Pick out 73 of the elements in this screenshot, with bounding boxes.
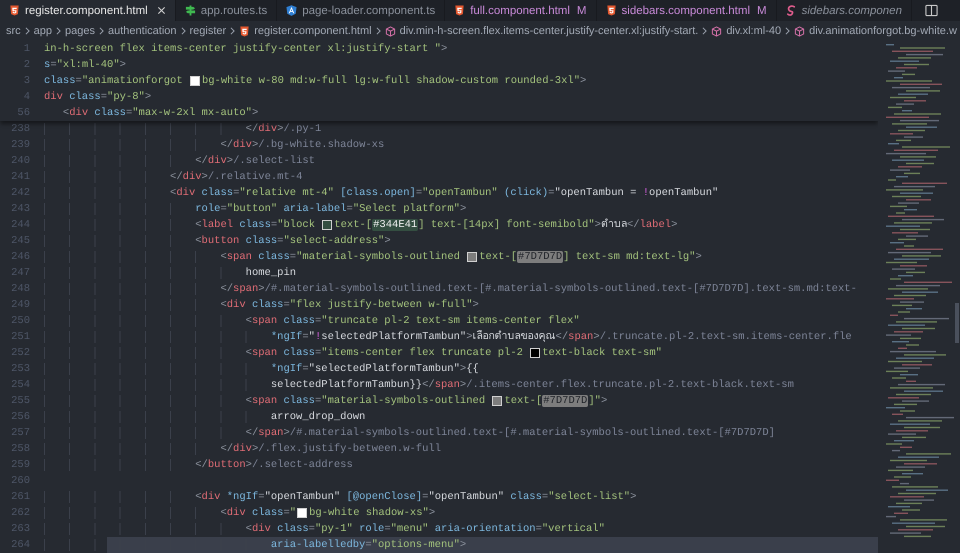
cube-icon [794,26,806,36]
code-text: </div>/.flex.justify-between.w-full [44,441,441,457]
code-text: text-black text-sm" [542,346,662,361]
breadcrumb-item[interactable]: src [6,25,21,37]
code-text: bg-white shadow-xs"> [309,506,436,521]
breadcrumb-item[interactable]: register [190,25,226,37]
code-text: <div class="py-1" role="menu" aria-orientation="vertical" [44,521,605,537]
code-text: </span>/#.material-symbols-outlined.text-[#.material-symbols-outlined.text-[#7D7D7D].text-sm.md:text- [44,281,857,297]
code-text: s="xl:ml-40"> [44,58,126,73]
code-text: text-[#7D7D7D]"> [504,394,608,409]
code-text: <span class="items-center flex truncate pl-2 [44,345,530,361]
chevron-icon [230,27,236,35]
cube-icon [384,26,396,36]
code-text: bg-white w-80 md:w-full lg:w-full shadow-custom rounded-3xl"> [202,74,586,89]
code-text: <span class="material-symbols-outlined [44,393,492,409]
chevron-icon [24,27,30,35]
cube-icon [711,26,722,36]
code-text: <span class="material-symbols-outlined [44,249,466,265]
code-text: aria-labelledby="options-menu"> [44,537,466,553]
chevron-icon [785,27,790,35]
chevron-icon [180,27,186,35]
breadcrumb-item[interactable]: authentication [108,25,177,37]
close-icon[interactable] [156,6,166,15]
code-text: text-[#7D7D7D] text-sm md:text-lg"> [479,250,702,265]
editor-tab[interactable]: sidebars.component.html M [596,0,777,21]
code-text: </div>/.py-1 [44,121,322,137]
code-text: role="button" aria-label="Select platform"> [44,201,466,217]
code-text: arrow_drop_down [44,409,366,425]
editor-tab[interactable]: register.component.html [0,0,176,21]
angular-shield-icon [286,5,298,16]
code-text: <label class="block [44,217,322,233]
code-text: <div *ngIf="openTambun" [@openClose]="openTambun" class="select-list"> [44,489,636,505]
code-text: </span>/#.material-symbols-outlined.text-[#.material-symbols-outlined.text-[#7D7D7D] [44,425,775,441]
breadcrumb-item[interactable]: app [34,25,52,37]
code-text: div class="py-8"> [44,90,152,105]
scrollbar-thumb[interactable] [955,303,959,343]
editor-tab[interactable]: sidebars.componen [776,0,912,21]
breadcrumb-item[interactable]: pages [65,25,96,37]
code-text: *ngIf="selectedPlatformTambun">{{ [44,361,479,377]
code-text: selectedPlatformTambun}}</span>/.items-center.flex.truncate.pl-2.text-black.text-sm [44,377,794,393]
chevron-icon [702,27,708,35]
breadcrumb-item[interactable]: div.min-h-screen.flex.items-center.justify-center.xl:justify-start. [400,25,698,37]
code-text: in-h-screen flex items-center justify-center xl:justify-start "> [44,42,448,57]
breadcrumb-item[interactable]: div.animationforgot.bg-white.w [809,25,957,37]
code-text: <div class="max-w-2xl mx-auto"> [62,106,258,121]
code-text: </div>/.relative.mt-4 [44,169,302,185]
code-text: </div>/.bg-white.shadow-xs [44,137,384,153]
editor-tab[interactable]: page-loader.component.ts [277,0,446,21]
chevron-icon [56,27,62,35]
editor-tab[interactable]: full.component.html M [445,0,597,21]
chevron-icon [99,27,104,35]
swirl-icon [786,5,797,16]
breadcrumb-item[interactable]: div.xl:ml-40 [726,25,782,37]
signpost-icon [184,5,196,16]
html-file-icon [9,5,20,16]
code-text: *ngIf="!selectedPlatformTambun">เลือกตำบลของคุณ</span>/.truncate.pl-2.text-sm.items-center.fle [44,329,852,345]
code-text: <div class=" [44,505,296,521]
split-editor-icon[interactable] [925,4,938,17]
code-text: <button class="select-address"> [44,233,391,249]
editor-tab[interactable]: app.routes.ts [176,0,278,21]
code-text: <div class="relative mt-4" [class.open]="openTambun" (click)="openTambun = !openTambun" [44,185,718,201]
breadcrumb-item[interactable]: register.component.html [254,25,372,37]
chevron-icon [376,27,381,35]
code-text: text-[#344E41] text-[14px] font-semibold">ตำบล</label> [334,218,678,233]
code-text: <span class="truncate pl-2 text-sm items-center flex" [44,313,580,329]
html-file-icon [454,5,466,16]
html-file-icon [239,26,250,36]
code-text: </div>/.select-list [44,153,315,169]
code-text: </button>/.select-address [44,457,353,473]
code-text: home_pin [44,265,296,281]
code-text: <div class="flex justify-between w-full"> [44,297,479,313]
html-file-icon [606,5,617,16]
code-text: class="animationforgot [44,74,184,89]
